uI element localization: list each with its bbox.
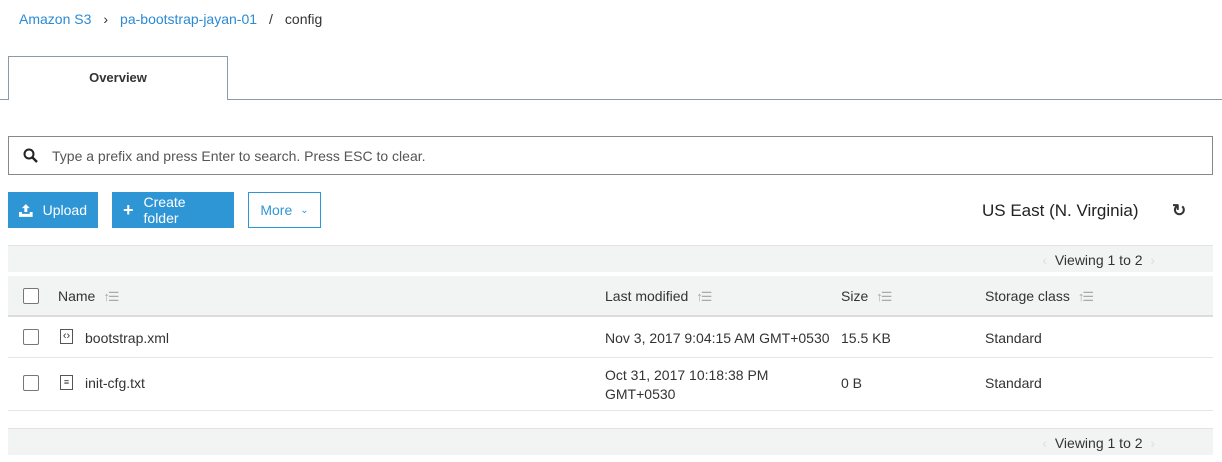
viewing-label: Viewing 1 to 2 [1054, 252, 1143, 268]
breadcrumb-separator: / [269, 11, 273, 27]
column-storage-class[interactable]: Storage class ↑☰ [985, 288, 1094, 305]
upload-icon [19, 203, 33, 217]
next-page-icon[interactable]: › [1150, 435, 1155, 451]
more-label: More [260, 202, 293, 218]
more-dropdown[interactable]: More ⌄ [248, 192, 321, 228]
code-file-icon: ‹› [60, 329, 73, 344]
search-icon [23, 148, 38, 163]
pagination-bottom: ‹ Viewing 1 to 2 › [8, 428, 1213, 455]
column-last-modified[interactable]: Last modified ↑☰ [605, 288, 712, 305]
region-label: US East (N. Virginia) [982, 201, 1139, 220]
last-modified: Oct 31, 2017 10:18:38 PM GMT+0530 [605, 367, 769, 402]
breadcrumb-folder: config [284, 11, 323, 27]
upload-button[interactable]: Upload [8, 192, 98, 228]
sort-icon: ↑☰ [696, 289, 712, 304]
tab-overview[interactable]: Overview [8, 56, 228, 100]
prev-page-icon[interactable]: ‹ [1042, 252, 1047, 268]
breadcrumb-bucket[interactable]: pa-bootstrap-jayan-01 [120, 11, 257, 27]
last-modified: Nov 3, 2017 9:04:15 AM GMT+0530 [605, 330, 830, 346]
breadcrumb-amazon-s3[interactable]: Amazon S3 [19, 11, 91, 27]
size: 15.5 KB [841, 330, 891, 346]
upload-label: Upload [42, 202, 87, 218]
search-input[interactable] [52, 147, 1152, 164]
sort-icon: ↑☰ [876, 289, 892, 304]
create-folder-label: Create folder [143, 194, 186, 226]
column-name[interactable]: Name ↑☰ [58, 288, 120, 305]
breadcrumb: Amazon S3 › pa-bootstrap-jayan-01 / conf… [19, 11, 322, 27]
pagination-top: ‹ Viewing 1 to 2 › [8, 245, 1213, 272]
text-file-icon: ≡ [60, 375, 73, 390]
table-row[interactable]: ≡ init-cfg.txt Oct 31, 2017 10:18:38 PM … [8, 358, 1213, 411]
row-checkbox[interactable] [23, 329, 39, 345]
prev-page-icon[interactable]: ‹ [1042, 435, 1047, 451]
table-header: Name ↑☰ Last modified ↑☰ Size ↑☰ Storage cl… [8, 276, 1213, 317]
search-box[interactable] [8, 136, 1213, 175]
row-checkbox[interactable] [23, 375, 39, 391]
storage-class: Standard [985, 375, 1042, 391]
file-name-link[interactable]: bootstrap.xml [85, 330, 169, 346]
sort-icon: ↑☰ [103, 289, 119, 304]
create-folder-button[interactable]: + Create folder [112, 192, 234, 228]
viewing-label: Viewing 1 to 2 [1054, 435, 1143, 451]
refresh-icon[interactable]: ↻ [1172, 201, 1186, 221]
size: 0 B [841, 375, 863, 391]
column-size[interactable]: Size ↑☰ [841, 288, 892, 305]
select-all-checkbox[interactable] [23, 288, 39, 304]
sort-icon: ↑☰ [1077, 289, 1094, 304]
next-page-icon[interactable]: › [1150, 252, 1155, 268]
file-name-link[interactable]: init-cfg.txt [85, 375, 145, 391]
chevron-down-icon: ⌄ [300, 204, 309, 216]
storage-class: Standard [985, 330, 1042, 346]
plus-icon: + [123, 199, 134, 220]
table-row[interactable]: ‹› bootstrap.xml Nov 3, 2017 9:04:15 AM … [8, 318, 1213, 358]
breadcrumb-separator: › [103, 11, 109, 27]
